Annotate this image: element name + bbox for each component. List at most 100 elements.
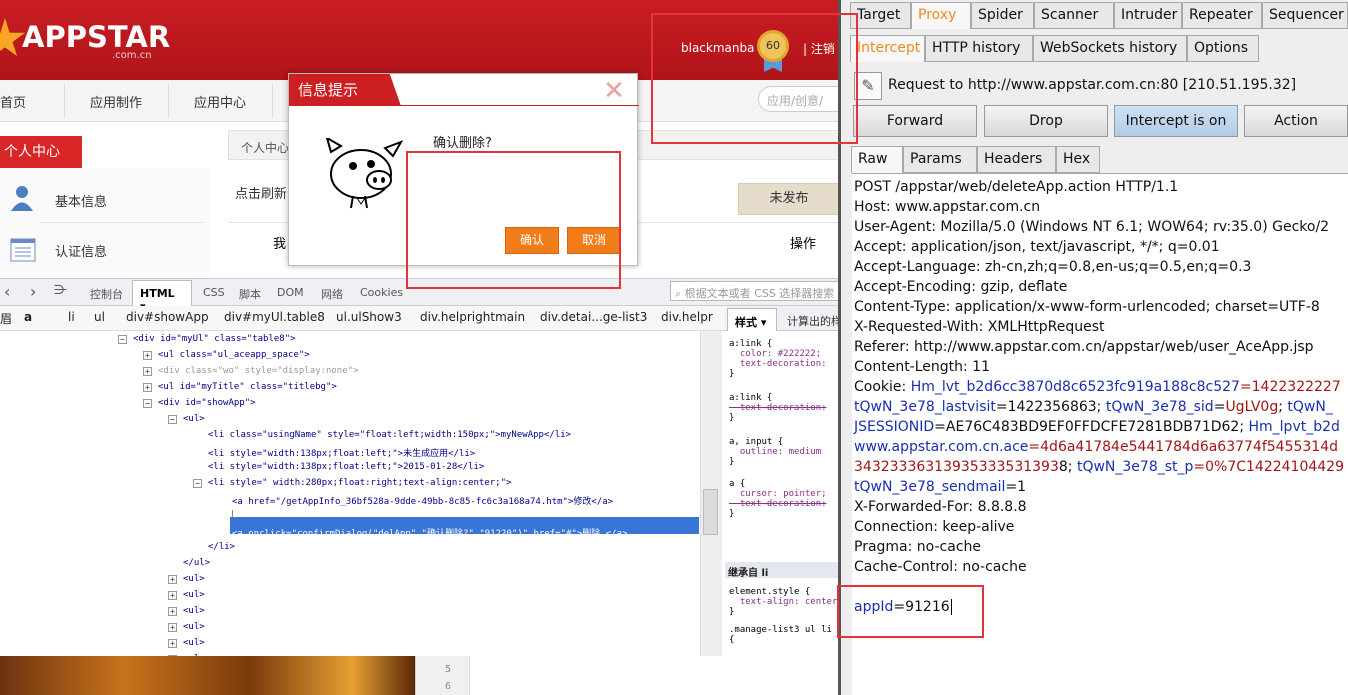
style-rule-line[interactable]: cursor: pointer; <box>729 489 827 499</box>
style-rule-line[interactable]: } <box>729 607 734 617</box>
tree-toggle-icon[interactable]: − <box>118 335 127 344</box>
tab-hex[interactable]: Hex <box>1056 146 1100 173</box>
tab-http-history[interactable]: HTTP history <box>925 35 1033 62</box>
tab-proxy[interactable]: Proxy <box>911 2 971 29</box>
tab-target[interactable]: Target <box>850 2 911 29</box>
action-button[interactable]: Action <box>1244 105 1348 137</box>
html-tree-row[interactable]: <ul class="ul_aceapp_space"> <box>158 350 310 360</box>
refresh-text[interactable]: 点击刷新 <box>235 183 287 202</box>
html-tree-row[interactable]: <a onclick="confirmDialog("delApp","确认删除… <box>232 526 627 539</box>
crumb-a[interactable]: a <box>24 310 32 324</box>
tab-options[interactable]: Options <box>1187 35 1259 62</box>
edit-pencil-icon[interactable]: ✎ <box>854 72 882 100</box>
html-tree-row[interactable]: <ul id="myTitle" class="titlebg"> <box>158 382 337 392</box>
tree-toggle-icon[interactable]: + <box>143 383 152 392</box>
crumb-ul[interactable]: ul <box>94 310 105 324</box>
style-rule-line[interactable]: } <box>729 369 734 379</box>
html-tree-row[interactable]: <li class="usingName" style="float:left;… <box>208 430 571 440</box>
nav-app-make[interactable]: 应用制作 <box>90 92 142 111</box>
html-tree-row[interactable]: <ul> <box>183 590 205 600</box>
style-rule-line[interactable]: { <box>729 635 734 645</box>
html-tree-row[interactable]: </ul> <box>183 558 210 568</box>
sidebar-item-basic-info[interactable]: 基本信息 <box>55 191 107 210</box>
crumb-ulshow3[interactable]: ul.ulShow3 <box>336 310 402 324</box>
html-tree-row[interactable]: <ul> <box>183 622 205 632</box>
tree-toggle-icon[interactable]: + <box>168 639 177 648</box>
command-line-icon[interactable]: ⋺ <box>54 283 67 298</box>
style-rule-line[interactable]: text-align: center <box>729 597 838 607</box>
tree-toggle-icon[interactable]: + <box>143 367 152 376</box>
sidebar-item-cert-info[interactable]: 认证信息 <box>55 241 107 260</box>
tree-toggle-icon[interactable]: + <box>168 623 177 632</box>
tab-intercept[interactable]: Intercept <box>850 35 925 62</box>
scrollbar-thumb[interactable] <box>703 489 718 535</box>
html-tree-row[interactable]: <ul> <box>183 574 205 584</box>
tree-toggle-icon[interactable]: + <box>168 607 177 616</box>
style-rule-line[interactable]: } <box>729 413 734 423</box>
tree-toggle-icon[interactable]: + <box>168 575 177 584</box>
crumb-detail[interactable]: div.detai...ge-list3 <box>540 310 647 324</box>
html-tree-row[interactable]: <ul> <box>183 414 205 424</box>
close-icon[interactable]: ✕ <box>601 78 627 105</box>
intercept-toggle-button[interactable]: Intercept is on <box>1114 105 1238 137</box>
tab-params[interactable]: Params <box>903 146 977 173</box>
style-rule-line[interactable]: text-decoration: <box>729 403 827 413</box>
style-rule-line[interactable]: outline: medium <box>729 447 821 457</box>
style-rule-line[interactable]: } <box>729 457 734 467</box>
style-rule-line[interactable]: a:link { <box>729 393 772 403</box>
style-rule-line[interactable]: text-decoration: <box>729 359 827 369</box>
html-tree-row[interactable]: <li style="width:138px;float:left;">未生成应… <box>208 446 475 459</box>
html-tree-row[interactable]: <div id="showApp"> <box>158 398 256 408</box>
tab-headers[interactable]: Headers <box>977 146 1056 173</box>
nav-home[interactable]: 首页 <box>0 92 26 111</box>
tab-spider[interactable]: Spider <box>971 2 1034 29</box>
tab-scanner[interactable]: Scanner <box>1034 2 1114 29</box>
html-tree-row[interactable]: <a href="/getAppInfo_36bf528a-9dde-49bb-… <box>232 494 613 507</box>
crumb-helpr[interactable]: div.helpr <box>661 310 713 324</box>
tab-websockets-history[interactable]: WebSockets history <box>1033 35 1187 62</box>
tab-sequencer[interactable]: Sequencer <box>1262 2 1348 29</box>
html-tree-row[interactable]: <ul> <box>183 638 205 648</box>
tree-toggle-icon[interactable]: − <box>143 399 152 408</box>
crumb-li[interactable]: li <box>68 310 75 324</box>
tree-toggle-icon[interactable]: − <box>168 415 177 424</box>
html-tree-row[interactable]: <li style=" width:280px;float:right;text… <box>208 478 511 488</box>
site-logo[interactable]: APPSTAR <box>22 20 170 54</box>
nav-app-center[interactable]: 应用中心 <box>194 92 246 111</box>
crumb-helprightmain[interactable]: div.helprightmain <box>420 310 525 324</box>
tab-intruder[interactable]: Intruder <box>1114 2 1182 29</box>
tree-toggle-icon[interactable]: − <box>193 479 202 488</box>
tab-network[interactable]: 网络 <box>321 286 343 302</box>
crumb-myul[interactable]: div#myUl.table8 <box>224 310 325 324</box>
tab-dom[interactable]: DOM <box>277 286 304 299</box>
style-rule-line[interactable]: text-decoration: <box>729 499 827 509</box>
tree-toggle-icon[interactable]: + <box>143 351 152 360</box>
crumb-showapp[interactable]: div#showApp <box>126 310 209 324</box>
tab-style[interactable]: 样式 ▾ <box>727 308 777 331</box>
forward-button[interactable]: Forward <box>853 105 977 137</box>
style-rule-line[interactable]: a, input { <box>729 437 783 447</box>
tab-raw[interactable]: Raw <box>851 146 903 173</box>
tab-repeater[interactable]: Repeater <box>1182 2 1262 29</box>
tab-cookies[interactable]: Cookies <box>360 286 403 299</box>
tab-html[interactable]: HTML ▾ <box>132 280 192 313</box>
tab-console[interactable]: 控制台 <box>90 286 123 302</box>
unpublished-tab[interactable]: 未发布 <box>738 183 840 215</box>
devtools-search-input[interactable]: ⌕ 根据文本或者 CSS 选择器搜索 <box>670 281 840 301</box>
html-tree-row[interactable]: <ul> <box>183 606 205 616</box>
html-tree-row[interactable]: <div id="myUl" class="table8"> <box>133 334 296 344</box>
style-rule-line[interactable]: } <box>729 509 734 519</box>
forward-arrow-icon[interactable]: › <box>30 282 36 301</box>
tree-toggle-icon[interactable]: + <box>168 591 177 600</box>
back-arrow-icon[interactable]: ‹ <box>4 282 10 301</box>
html-tree-row[interactable]: <div class="wo" style="display:none"> <box>158 366 358 376</box>
drop-button[interactable]: Drop <box>984 105 1108 137</box>
style-rule-line[interactable]: a { <box>729 479 745 489</box>
html-tree-row[interactable]: <li style="width:138px;float:left;">2015… <box>208 462 484 472</box>
style-rule-line[interactable]: element.style { <box>729 587 810 597</box>
style-rule-line[interactable]: a:link { <box>729 339 772 349</box>
style-rule-line[interactable]: .manage-list3 ul li <box>729 625 832 635</box>
tab-css[interactable]: CSS <box>203 286 225 299</box>
style-rule-line[interactable]: color: #222222; <box>729 349 821 359</box>
html-tree-row[interactable]: </li> <box>208 542 235 552</box>
